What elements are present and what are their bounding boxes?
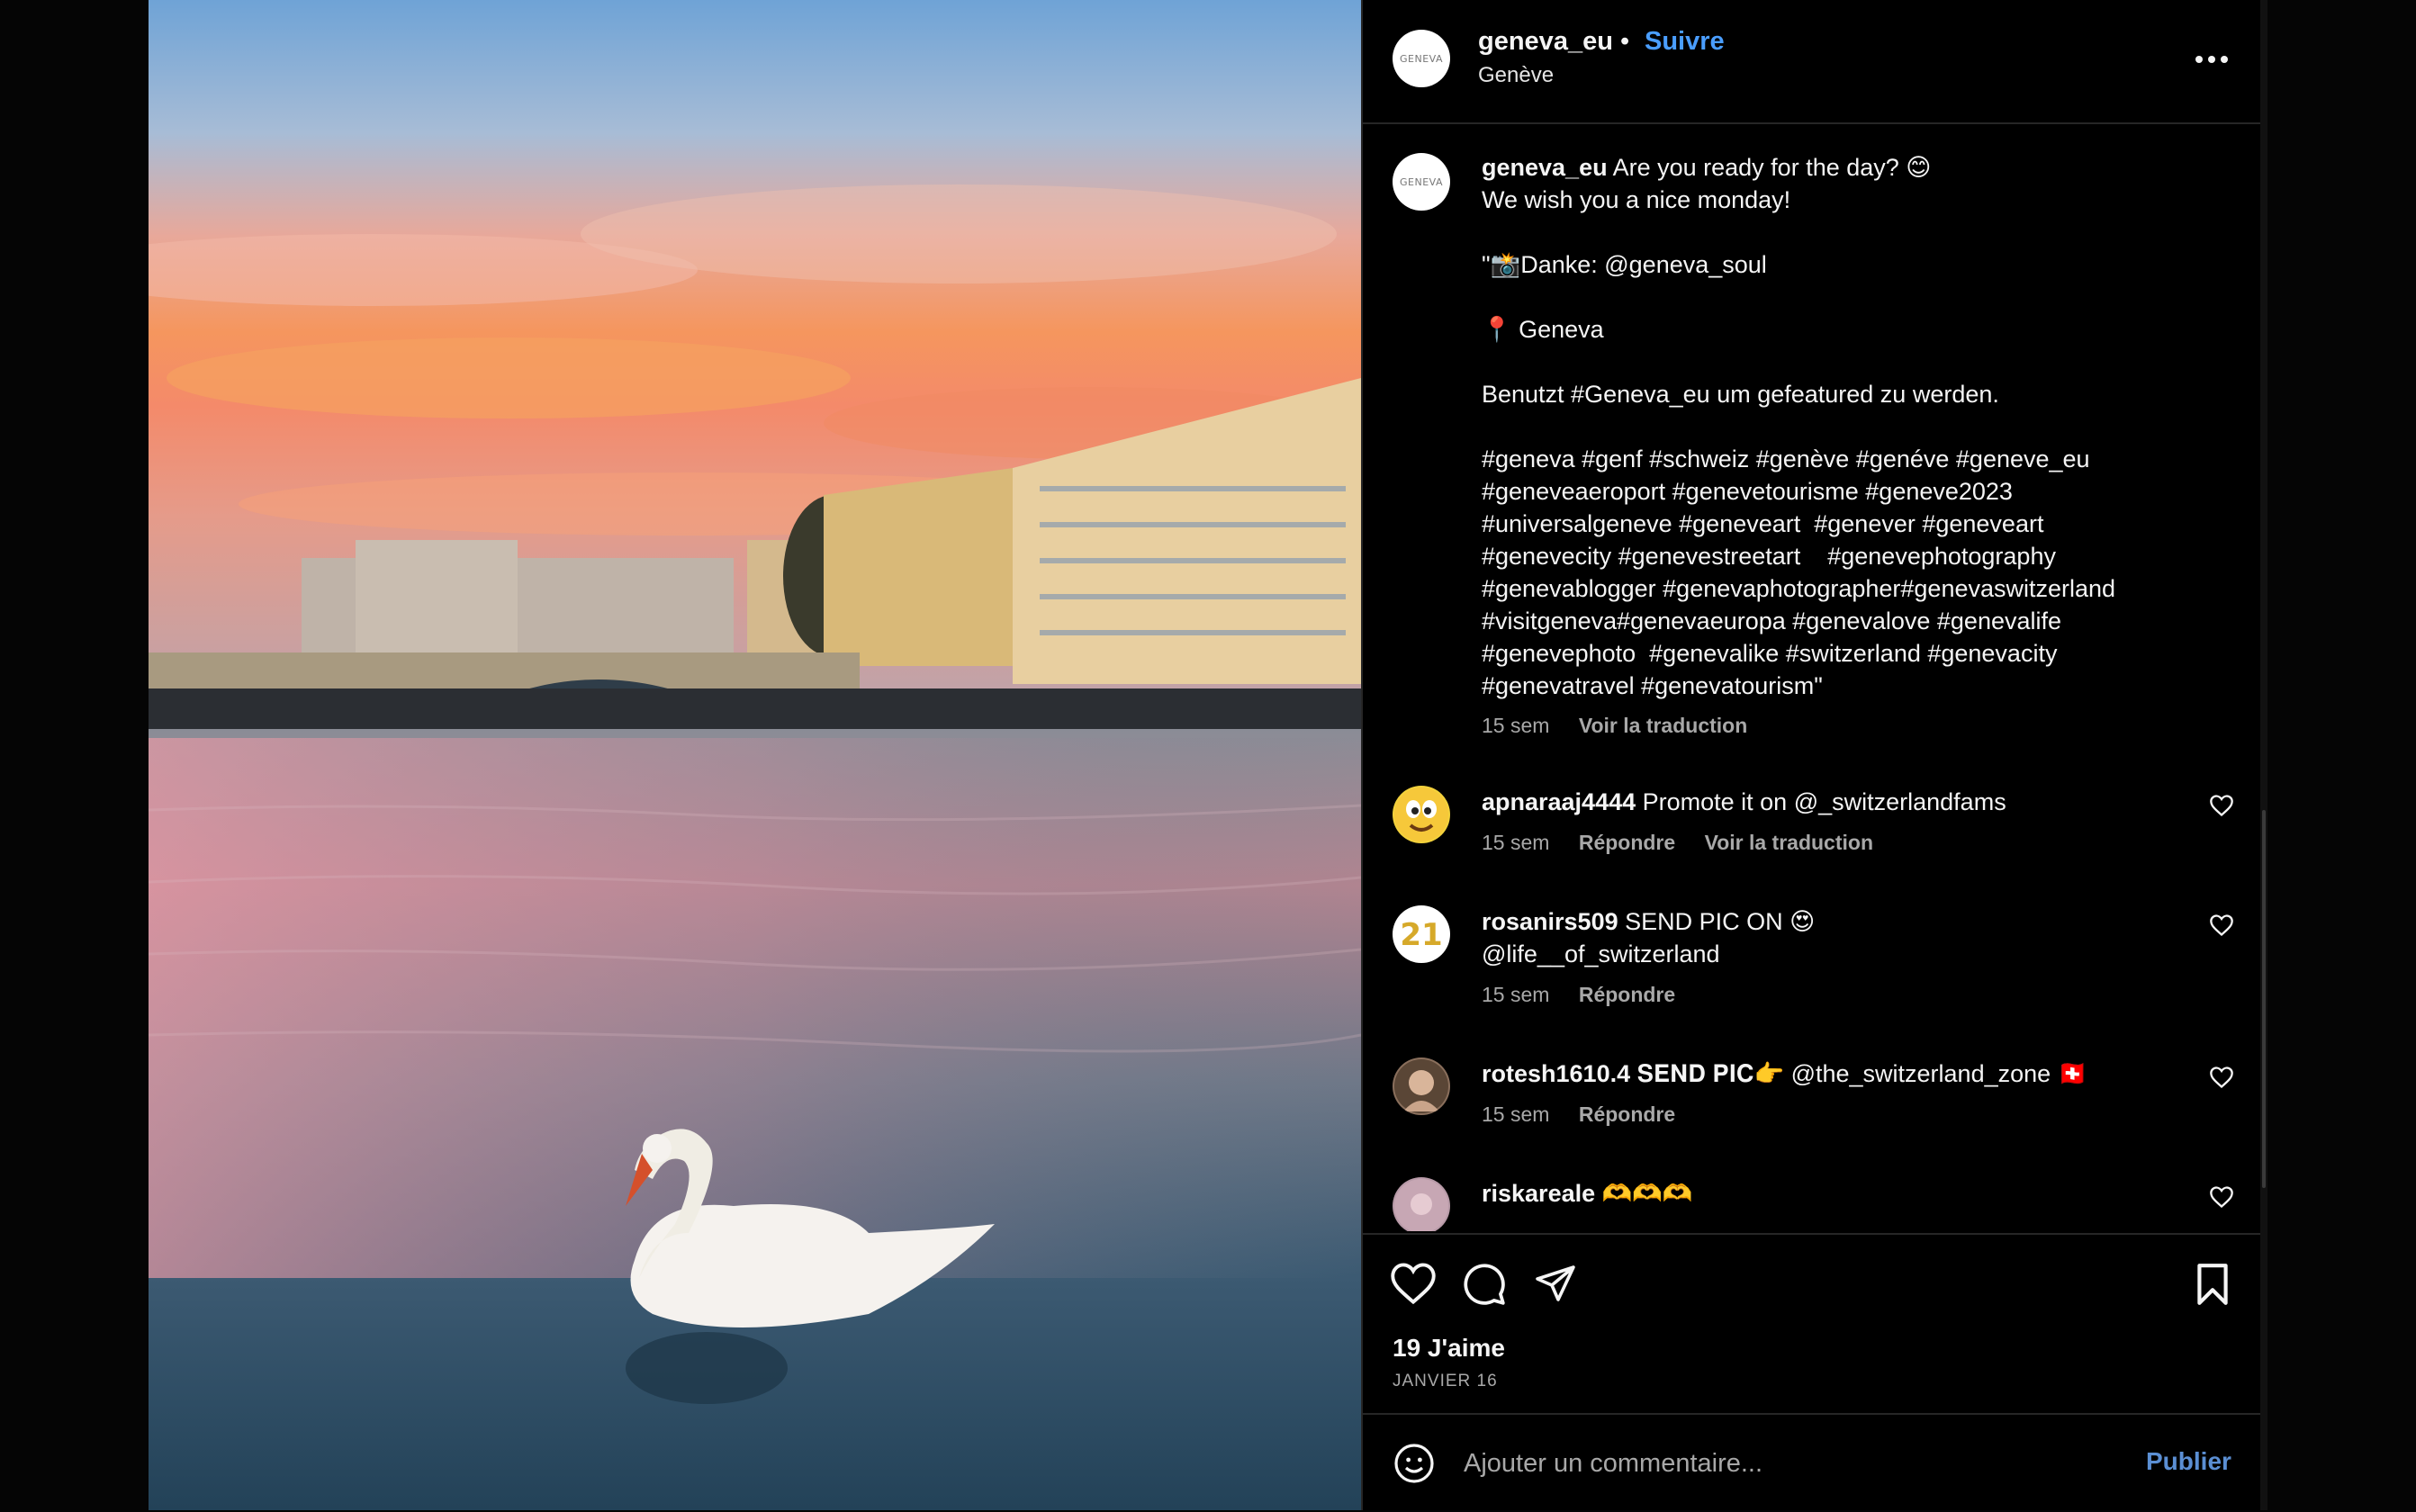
post-header: GENEVA geneva_eu • Suivre Genève xyxy=(1363,0,2262,124)
post-photo[interactable] xyxy=(149,0,1361,1510)
comment-username[interactable]: rosanirs509 xyxy=(1482,908,1618,935)
svg-text:21: 21 xyxy=(1400,917,1442,953)
comment-body: 🫶🫶🫶 xyxy=(1595,1180,1693,1207)
author-username[interactable]: geneva_eu xyxy=(1478,27,1613,57)
commenter-avatar[interactable] xyxy=(1393,1177,1450,1231)
post-actions-bar: 19 J'aime JANVIER 16 xyxy=(1363,1233,2262,1415)
save-bookmark-icon[interactable] xyxy=(2193,1262,2232,1307)
emoji-picker-icon[interactable] xyxy=(1393,1442,1436,1485)
comment-body: Promote it on @_switzerlandfams xyxy=(1636,788,2006,815)
caption-username[interactable]: geneva_eu xyxy=(1482,154,1608,181)
author-avatar[interactable]: GENEVA xyxy=(1393,30,1450,87)
commenter-avatar[interactable] xyxy=(1393,786,1450,843)
comment-meta: 15 sem Répondre xyxy=(1482,1102,1699,1127)
caption-avatar[interactable]: GENEVA xyxy=(1393,153,1450,211)
comments-list[interactable]: GENEVA geneva_eu Are you ready for the d… xyxy=(1363,124,2262,1231)
comment-body: 𝐒𝐄𝐍𝐃 𝐏𝐈𝐂👉 @the_switzerland_zone 🇨🇭 xyxy=(1630,1060,2088,1087)
commenter-avatar[interactable] xyxy=(1393,1058,1450,1115)
more-options-icon[interactable] xyxy=(2191,41,2232,77)
caption-meta: 15 sem Voir la traduction xyxy=(1482,714,1771,738)
like-comment-heart-icon[interactable] xyxy=(2209,913,2234,938)
caption-time[interactable]: 15 sem xyxy=(1482,714,1549,737)
post-side-panel: GENEVA geneva_eu • Suivre Genève GENEVA … xyxy=(1361,0,2262,1510)
share-send-icon[interactable] xyxy=(1534,1262,1577,1305)
caption-text: geneva_eu Are you ready for the day? 😊 W… xyxy=(1482,151,2220,702)
add-comment-bar: Publier xyxy=(1363,1413,2262,1512)
follow-button[interactable]: Suivre xyxy=(1645,27,1725,57)
number-21-avatar-icon: 21 xyxy=(1394,907,1448,961)
post-location[interactable]: Genève xyxy=(1478,63,1554,88)
like-comment-heart-icon[interactable] xyxy=(2209,793,2234,818)
reply-button[interactable]: Répondre xyxy=(1579,831,1675,854)
page-scrollbar-thumb[interactable] xyxy=(2262,810,2266,1188)
comment-time[interactable]: 15 sem xyxy=(1482,1102,1549,1126)
comment-username[interactable]: apnaraaj4444 xyxy=(1482,788,1636,815)
avatar-logo-text: GENEVA xyxy=(1400,176,1443,188)
comment-username[interactable]: riskareale xyxy=(1482,1180,1595,1207)
like-heart-icon[interactable] xyxy=(1390,1262,1437,1305)
caption-translate-button[interactable]: Voir la traduction xyxy=(1579,714,1747,737)
comment-meta: 15 sem Répondre xyxy=(1482,983,1699,1007)
like-comment-heart-icon[interactable] xyxy=(2209,1065,2234,1090)
comment-username[interactable]: rotesh1610.4 xyxy=(1482,1060,1630,1087)
comment-text: apnaraaj4444 Promote it on @_switzerland… xyxy=(1482,786,2166,818)
avatar-logo-text: GENEVA xyxy=(1400,52,1443,65)
reply-button[interactable]: Répondre xyxy=(1579,1102,1675,1126)
comment-translate-button[interactable]: Voir la traduction xyxy=(1705,831,1873,854)
post-date[interactable]: JANVIER 16 xyxy=(1393,1372,1498,1391)
reply-button[interactable]: Répondre xyxy=(1579,983,1675,1006)
like-comment-heart-icon[interactable] xyxy=(2209,1184,2234,1210)
swan-on-lake-photo xyxy=(149,0,1361,1510)
emoji-face-icon xyxy=(1394,788,1448,842)
likes-count[interactable]: 19 J'aime xyxy=(1393,1334,1505,1363)
profile-photo-icon xyxy=(1394,1179,1448,1231)
comment-text: rotesh1610.4 𝐒𝐄𝐍𝐃 𝐏𝐈𝐂👉 @the_switzerland_… xyxy=(1482,1058,2166,1090)
profile-photo-icon xyxy=(1394,1059,1448,1113)
page-scrollbar-track[interactable] xyxy=(2260,0,2267,1510)
comment-text: rosanirs509 SEND PIC ON 😍 @life__of_swit… xyxy=(1482,905,2166,970)
publish-button[interactable]: Publier xyxy=(2146,1447,2231,1476)
comment-text: riskareale 🫶🫶🫶 xyxy=(1482,1177,2166,1210)
comment-time[interactable]: 15 sem xyxy=(1482,831,1549,854)
separator-dot: • xyxy=(1620,27,1630,56)
comment-bubble-icon[interactable] xyxy=(1462,1262,1507,1307)
commenter-avatar[interactable]: 21 xyxy=(1393,905,1450,963)
caption-body: Are you ready for the day? 😊 We wish you… xyxy=(1482,154,2116,699)
comment-time[interactable]: 15 sem xyxy=(1482,983,1549,1006)
add-comment-input[interactable] xyxy=(1462,1440,2114,1487)
comment-meta: 15 sem Répondre Voir la traduction xyxy=(1482,831,1897,855)
